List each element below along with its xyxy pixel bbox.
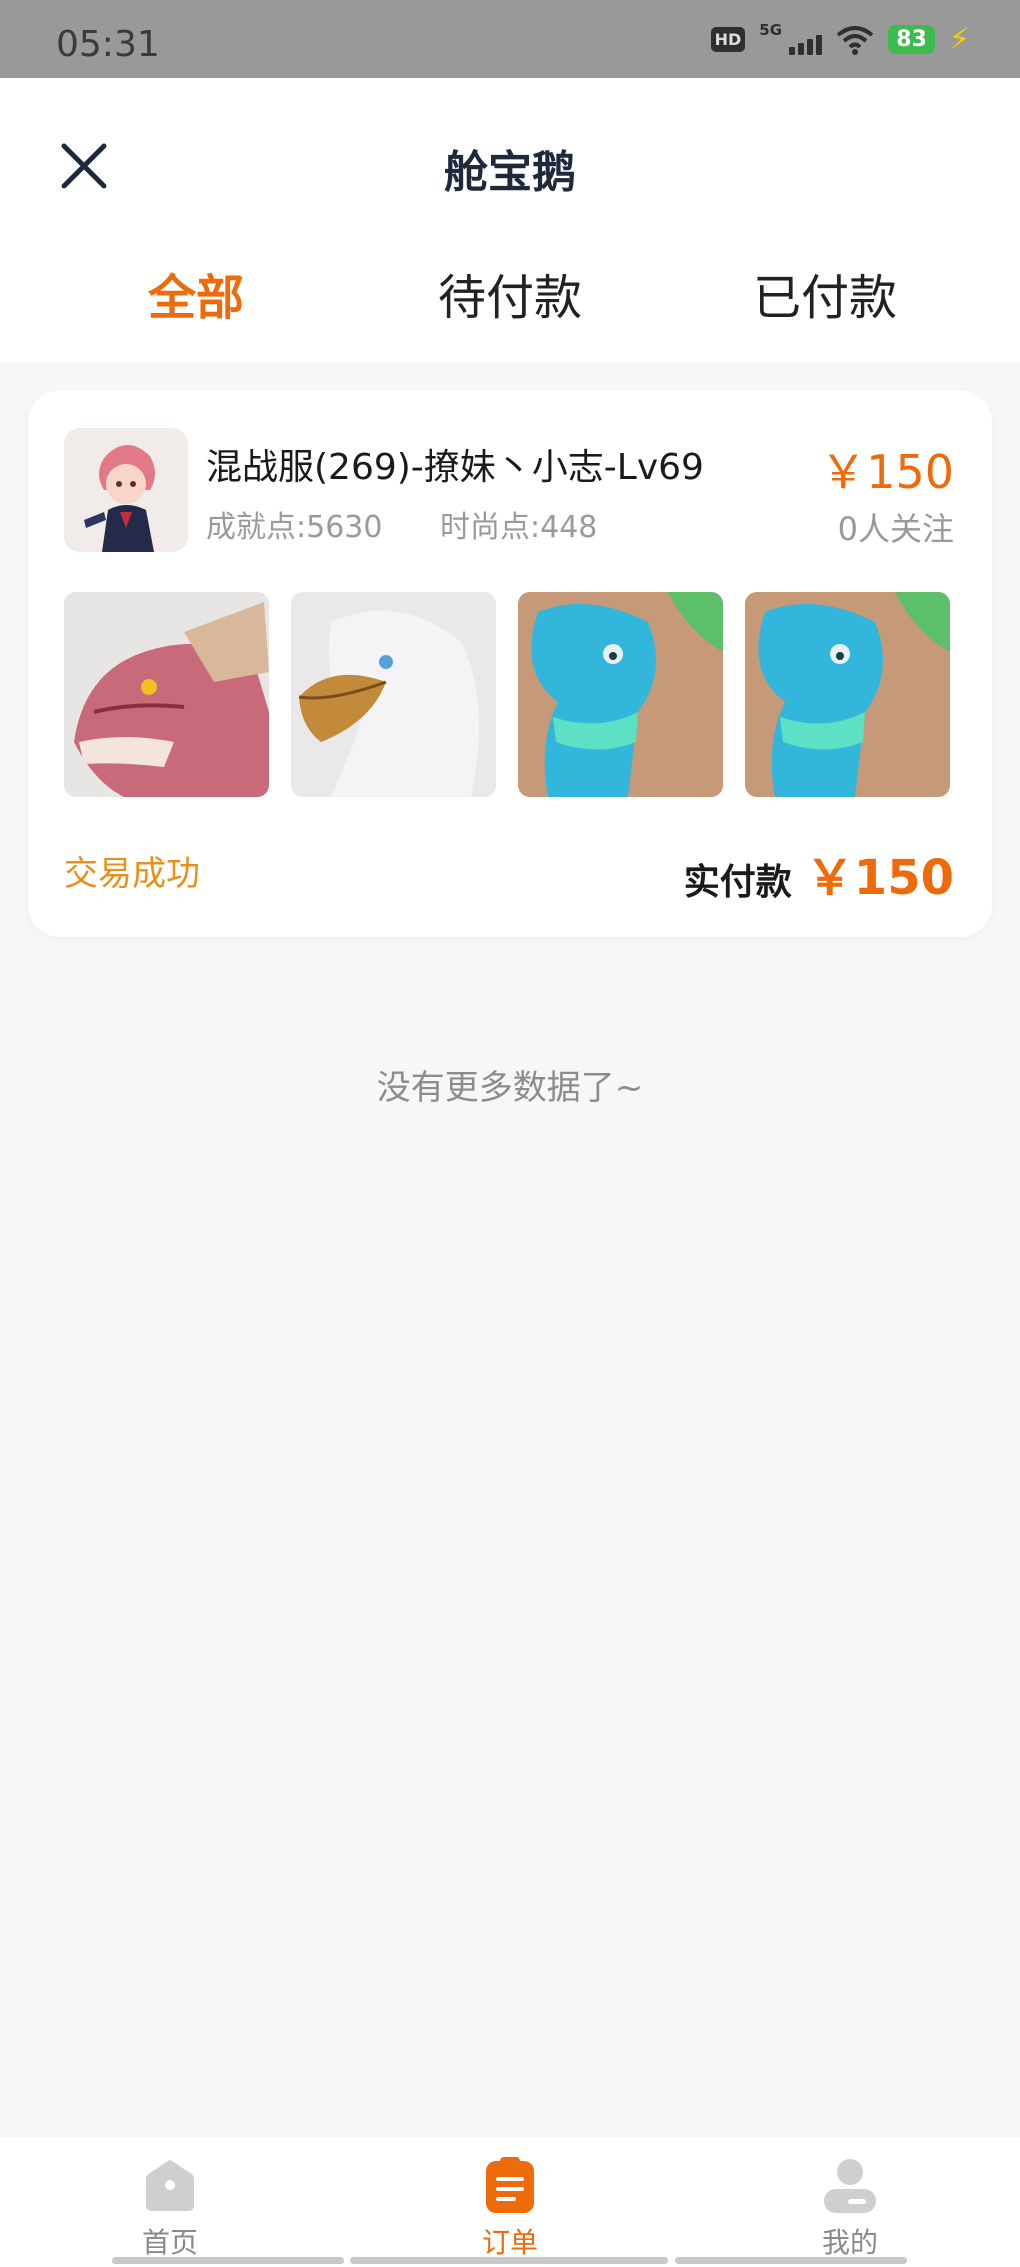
character-avatar	[64, 428, 188, 552]
page-title: 舱宝鹅	[444, 147, 576, 198]
tab-all[interactable]: 全部	[66, 258, 326, 328]
thumbnail-blue-bird-2[interactable]	[745, 592, 950, 797]
order-tabs: 全部 待付款 已付款	[0, 258, 1020, 338]
profile-icon	[824, 2159, 876, 2213]
nav-profile-label: 我的	[821, 2226, 878, 2259]
status-icons: HD 5G 83 ⚡	[710, 21, 970, 57]
paid-amount: ￥150	[805, 850, 954, 906]
home-indicator	[675, 2257, 907, 2264]
tab-pending-payment[interactable]: 待付款	[380, 258, 640, 328]
page-header: 舱宝鹅 全部 待付款 已付款	[0, 78, 1020, 363]
order-status: 交易成功	[64, 854, 200, 894]
thumbnail-white-eagle[interactable]	[291, 592, 496, 797]
nav-orders[interactable]: 订单	[410, 2155, 610, 2261]
order-card[interactable]: 混战服(269)-撩妹丶小志-Lv69 成就点:5630 时尚点:448 ￥15…	[28, 390, 992, 937]
achievement-points: 成就点:5630	[206, 510, 383, 545]
status-bar: 05:31 HD 5G 83 ⚡	[0, 0, 1020, 78]
charging-icon: ⚡	[948, 22, 970, 57]
order-price: ￥150	[820, 445, 954, 499]
home-indicator	[350, 2257, 668, 2264]
fashion-points: 时尚点:448	[440, 510, 598, 545]
battery-icon: 83	[888, 25, 935, 54]
hd-icon: HD	[710, 27, 746, 52]
wifi-icon	[837, 25, 874, 55]
nav-orders-label: 订单	[481, 2226, 538, 2259]
network-type: 5G	[759, 20, 783, 39]
no-more-data-hint: 没有更多数据了~	[376, 1068, 644, 1108]
home-indicator	[112, 2257, 344, 2264]
followers-count: 0人关注	[837, 510, 954, 548]
paid-summary: 实付款 ￥150	[684, 838, 954, 908]
nav-home[interactable]: 首页	[70, 2155, 270, 2261]
nav-profile[interactable]: 我的	[750, 2155, 950, 2261]
nav-home-label: 首页	[141, 2226, 198, 2259]
thumbnail-blue-bird[interactable]	[518, 592, 723, 797]
thumbnail-red-dragon[interactable]	[64, 592, 269, 797]
order-title: 混战服(269)-撩妹丶小志-Lv69	[206, 447, 704, 488]
home-icon	[146, 2160, 194, 2211]
tab-paid[interactable]: 已付款	[695, 258, 955, 328]
bottom-navigation: 首页 订单 我的	[0, 2137, 1020, 2267]
orders-icon	[486, 2157, 534, 2213]
signal-icon: 5G	[759, 21, 823, 55]
paid-label: 实付款	[683, 862, 792, 903]
status-time: 05:31	[56, 24, 160, 65]
thumbnail-gallery	[64, 592, 950, 797]
